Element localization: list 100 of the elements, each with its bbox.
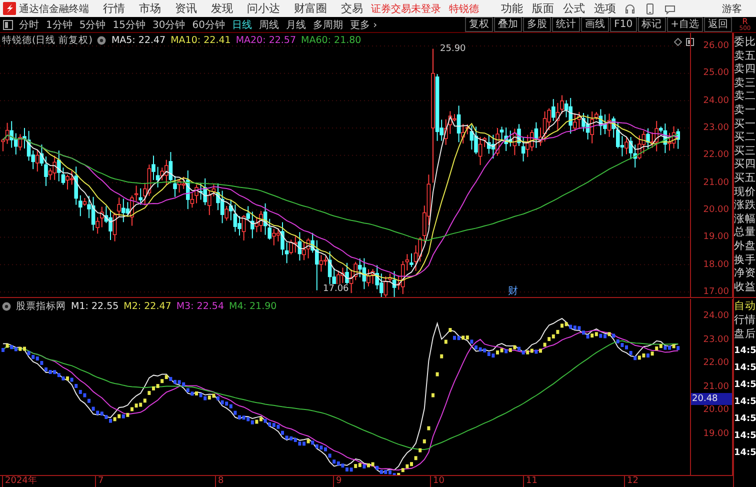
quote-label: 总量: [734, 226, 756, 240]
phone-icon[interactable]: [644, 2, 656, 14]
axis-label: 19.00: [703, 231, 729, 244]
quote-label: 卖三: [734, 76, 756, 90]
axis-label: 26.00: [703, 40, 729, 52]
toolbar-button[interactable]: 复权: [465, 17, 494, 32]
side-tab[interactable]: 自动: [734, 299, 756, 314]
quote-label: 卖五: [734, 50, 756, 63]
low-price-label: 17.06: [322, 284, 350, 294]
quote-label: 买二: [734, 131, 756, 145]
menu-item[interactable]: 选项: [594, 1, 616, 16]
axis-label: 8: [215, 476, 224, 487]
panel-toggle-icon[interactable]: [3, 20, 13, 30]
menu-item[interactable]: 交易: [341, 1, 363, 16]
indicator-value: M3: 22.54: [176, 301, 224, 312]
trade-time: 14:5: [734, 430, 756, 444]
toolbar-button[interactable]: +自选: [666, 17, 703, 32]
toolbar-button[interactable]: 叠加: [494, 17, 522, 32]
quote-label: 买五: [734, 172, 756, 186]
axis-label: 17.00: [703, 286, 729, 298]
diamond-icon[interactable]: [674, 38, 682, 46]
axis-label: 9: [333, 476, 342, 487]
quote-label: 现价: [734, 186, 756, 200]
toolbar-button[interactable]: 画线: [581, 17, 610, 32]
axis-label: 21.00: [703, 380, 729, 393]
axis-label: 22.00: [703, 149, 729, 162]
logo-icon[interactable]: [3, 2, 16, 15]
side-tab[interactable]: 行情: [734, 313, 756, 328]
menu-item[interactable]: 功能: [501, 1, 523, 16]
axis-label: 23.00: [703, 334, 729, 346]
period-tab[interactable]: 日线: [232, 18, 252, 32]
quote-label: 涨跌: [734, 199, 756, 213]
axis-label: 20.00: [703, 404, 729, 416]
trade-time: 14:5: [734, 413, 756, 426]
menu-item[interactable]: 公式: [563, 1, 585, 16]
chart-title: 特锐德(日线 前复权): [2, 34, 92, 47]
period-tab[interactable]: 多周期: [312, 18, 343, 32]
menu-item[interactable]: 资讯: [175, 1, 197, 16]
axis-label: 12: [624, 476, 638, 487]
headset-icon[interactable]: [624, 2, 636, 14]
period-tab[interactable]: 30分钟: [152, 18, 186, 32]
stock-name[interactable]: 特锐德: [449, 2, 479, 16]
axis-label: 21.00: [703, 176, 729, 189]
axis-label: 22.00: [703, 357, 729, 370]
menu-item[interactable]: 财富圈: [294, 1, 327, 16]
settings-icon[interactable]: [97, 36, 106, 45]
quote-label: 委比: [734, 36, 756, 50]
cursor-value-label: 20.48: [691, 392, 732, 405]
trade-time: 14:5: [734, 379, 756, 392]
toolbar-button[interactable]: 标记: [638, 17, 666, 32]
toolbar-button[interactable]: 多股: [523, 17, 552, 32]
quote-label: 净资: [734, 267, 756, 281]
quote-label: 买一: [734, 118, 756, 132]
menu-item[interactable]: 行情: [103, 1, 125, 16]
trade-time: 14:5: [734, 396, 756, 410]
indicator-value: M1: 22.55: [71, 301, 119, 312]
quote-label: 卖四: [734, 63, 756, 77]
menu-item[interactable]: 市场: [139, 1, 161, 16]
user-name[interactable]: 游客: [722, 2, 742, 16]
trade-time: 14:5: [734, 345, 756, 358]
indicator-value: MA20: 22.57: [236, 35, 296, 46]
axis-label: 19.00: [703, 428, 729, 440]
chat-icon[interactable]: [664, 2, 676, 14]
quote-label: 涨幅: [734, 212, 756, 226]
indicator-value: MA60: 21.80: [301, 35, 362, 46]
axis-label: 24.00: [703, 94, 729, 107]
quote-label: 外盘: [734, 240, 756, 254]
side-tab[interactable]: 盘后: [734, 327, 756, 342]
axis-label: 7: [95, 476, 104, 487]
toolbar-button[interactable]: 返回: [704, 17, 732, 32]
period-tab[interactable]: 5分钟: [79, 18, 106, 32]
period-tab[interactable]: 月线: [286, 18, 306, 32]
chart-title: 股票指标网: [16, 300, 66, 313]
axis-label: 10: [430, 476, 444, 487]
axis-label: 25.00: [703, 67, 729, 80]
quote-label: 收益: [734, 280, 756, 294]
toolbar-button[interactable]: 统计: [552, 17, 580, 32]
period-tab[interactable]: 更多 ›: [350, 18, 378, 32]
period-tab[interactable]: 分时: [19, 18, 39, 32]
period-tab[interactable]: 15分钟: [112, 18, 146, 32]
high-price-label: 25.90: [440, 44, 466, 54]
app-title: 通达信金融终端: [19, 2, 89, 16]
toolbar-button[interactable]: F10: [610, 17, 637, 32]
quote-label: 买四: [734, 158, 756, 172]
period-tab[interactable]: 1分钟: [46, 18, 72, 32]
event-marker[interactable]: 财: [508, 284, 518, 298]
axis-label: 20.00: [703, 204, 729, 216]
menu-item[interactable]: 发现: [211, 1, 233, 16]
settings-icon[interactable]: [2, 302, 11, 311]
login-notice[interactable]: 证券交易未登录: [371, 2, 441, 16]
indicator-value: MA5: 22.47: [111, 35, 166, 46]
menu-item[interactable]: 问小达: [247, 1, 280, 16]
axis-label: 24.00: [703, 310, 729, 322]
period-tab[interactable]: 60分钟: [192, 18, 225, 32]
menu-item[interactable]: 版面: [532, 1, 554, 16]
period-tab[interactable]: 周线: [258, 18, 279, 32]
window-icon[interactable]: [686, 38, 694, 46]
corner-label: R: [742, 18, 748, 24]
axis-label: 11: [523, 476, 538, 487]
indicator-value: M4: 21.90: [229, 301, 277, 312]
